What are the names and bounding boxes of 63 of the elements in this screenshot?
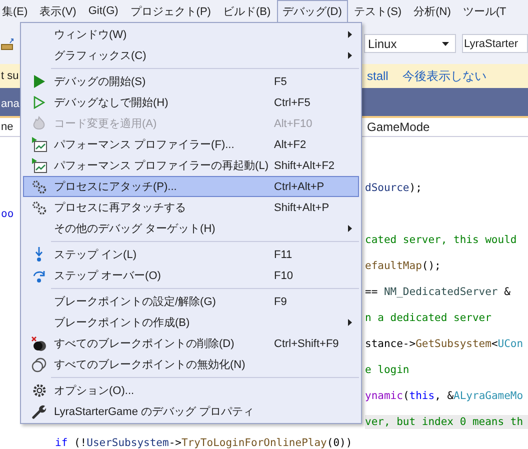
menu-item[interactable]: ブレークポイントの設定/解除(G) F9 (23, 291, 359, 312)
menu-item[interactable]: その他のデバッグ ターゲット(H) (23, 218, 359, 239)
submenu-arrow-icon (348, 31, 352, 38)
navigation-combo[interactable]: GameMode (367, 120, 430, 134)
menu-item[interactable]: ウィンドウ(W) (23, 24, 359, 45)
menu-bar-item[interactable]: ビルド(B) (216, 0, 277, 24)
menu-item[interactable]: デバッグなしで開始(H) Ctrl+F5 (23, 92, 359, 113)
code-text: oo (0, 207, 14, 221)
gears-icon (32, 180, 46, 194)
delete-breakpoints-icon (31, 336, 47, 352)
tray-icon[interactable] (1, 36, 15, 50)
menu-bar-item[interactable]: デバッグ(D) (276, 0, 348, 24)
menu-bar-item[interactable]: Git(G) (82, 1, 124, 22)
code-line: ynamic(this, &ALyraGameMo (365, 389, 524, 403)
profiler-chart-icon (31, 158, 47, 173)
navigation-combo[interactable]: ne (0, 121, 20, 133)
menu-bar-item[interactable]: 表示(V) (34, 0, 82, 24)
code-line: if (!UserSubsystem->TryToLoginForOnlinePlay(0)) (55, 437, 352, 449)
document-tab[interactable]: ana (0, 98, 20, 116)
code-line: n a dedicated server (365, 311, 492, 325)
code-line: efaultMap(); (365, 259, 442, 273)
dropdown-caret-icon (442, 42, 449, 46)
menu-bar-item[interactable]: プロジェクト(P) (124, 0, 217, 24)
wrench-icon (32, 404, 46, 419)
gears-icon (32, 200, 46, 214)
disable-breakpoints-icon (31, 356, 47, 372)
menu-item[interactable]: グラフィックス(C) (23, 45, 359, 66)
code-line: == NM_DedicatedServer & (365, 285, 512, 299)
info-bar-link[interactable]: 今後表示しない (402, 68, 486, 84)
platform-combo[interactable]: Linux (364, 34, 456, 53)
step-into-icon (34, 247, 44, 262)
flame-icon (32, 116, 46, 131)
play-outline-icon (33, 96, 45, 109)
menu-item[interactable]: すべてのブレークポイントの削除(D) Ctrl+Shift+F9 (23, 333, 359, 354)
menu-bar-item[interactable]: テスト(S) (348, 0, 408, 24)
menu-bar-item[interactable]: 分析(N) (408, 0, 457, 24)
code-line: dSource); (365, 181, 423, 195)
menu-item[interactable]: すべてのブレークポイントの無効化(N) (23, 354, 359, 375)
menu-item[interactable]: オプション(O)... (23, 380, 359, 401)
menu-bar-item[interactable]: 集(E) (0, 0, 34, 24)
code-line: stance->GetSubsystem<UCon (365, 337, 524, 351)
menu-item[interactable]: ステップ イン(L) F11 (23, 244, 359, 265)
menu-item[interactable]: プロセスに再アタッチする Shift+Alt+P (23, 197, 359, 218)
menu-item[interactable]: ステップ オーバー(O) F10 (23, 265, 359, 286)
menu-item[interactable]: LyraStarterGame のデバッグ プロパティ (23, 401, 359, 422)
submenu-arrow-icon (348, 52, 352, 59)
info-bar-link[interactable]: stall (367, 69, 388, 83)
submenu-arrow-icon (348, 225, 352, 232)
submenu-arrow-icon (348, 319, 352, 326)
step-over-icon (32, 268, 46, 282)
menu-item[interactable]: デバッグの開始(S) F5 (23, 71, 359, 92)
menu-item[interactable]: パフォーマンス プロファイラーの再起動(L) Shift+Alt+F2 (23, 155, 359, 176)
menu-item[interactable]: プロセスにアタッチ(P)... Ctrl+Alt+P (23, 176, 359, 197)
menu-item[interactable]: パフォーマンス プロファイラー(F)... Alt+F2 (23, 134, 359, 155)
play-icon (33, 75, 45, 88)
code-line: cated server, this would (365, 233, 518, 247)
settings-icon (32, 383, 46, 398)
profiler-chart-icon (31, 137, 47, 152)
menu-bar-item[interactable]: ツール(T (456, 0, 512, 24)
menu-item[interactable]: ブレークポイントの作成(B) (23, 312, 359, 333)
project-combo[interactable]: LyraStarter (462, 34, 528, 53)
info-bar-text: t su (0, 70, 20, 82)
code-line: e login (365, 363, 410, 377)
